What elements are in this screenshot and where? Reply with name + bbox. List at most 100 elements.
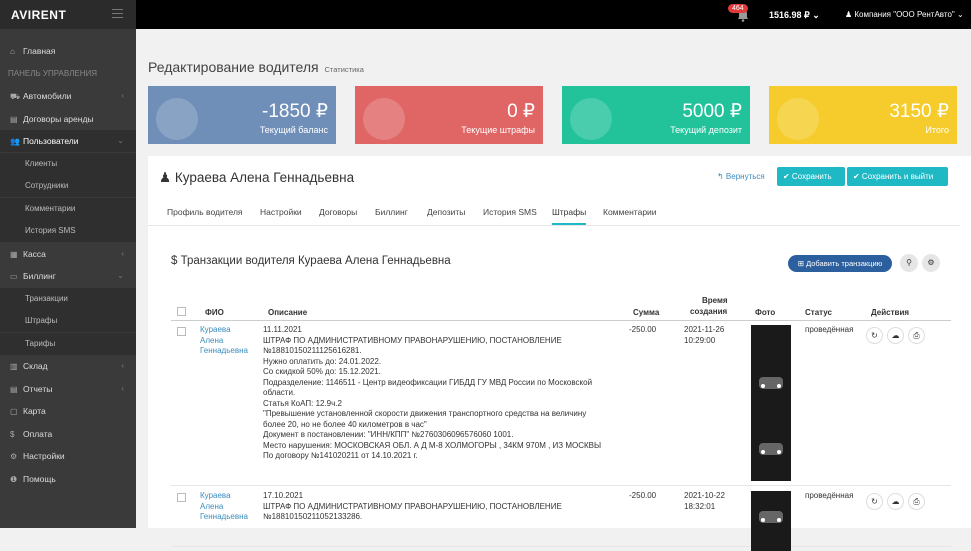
account-balance[interactable]: 1516.98 ₽ ⌄: [769, 10, 820, 21]
card-decor-icon: [777, 98, 819, 140]
sidebar-item-icon: ⌂: [10, 47, 15, 56]
header-description[interactable]: Описание: [268, 308, 307, 317]
logo-area: AVIRENT: [0, 0, 136, 29]
sidebar-item-label: Сотрудники: [25, 181, 69, 190]
violation-photo[interactable]: [751, 491, 791, 551]
refresh-icon[interactable]: ↻: [866, 327, 883, 344]
sidebar-item-6[interactable]: Сотрудники: [0, 175, 136, 197]
description-line: Статья КоАП: 12.9ч.2: [263, 398, 342, 408]
logo[interactable]: AVIRENT: [11, 8, 66, 22]
sidebar-item-label: Договоры аренды: [23, 113, 94, 124]
header-sum[interactable]: Сумма: [633, 308, 659, 317]
refresh-icon[interactable]: ↻: [866, 493, 883, 510]
sidebar-item-17[interactable]: $ Оплата: [0, 423, 136, 445]
transactions-title: $ Транзакции водителя Кураева Алена Генн…: [171, 255, 451, 267]
description-line: 17.10.2021: [263, 491, 304, 500]
sidebar-item-2[interactable]: ⛟ Автомобили ‹: [0, 85, 136, 107]
card-label: Текущие штрафы: [461, 125, 535, 135]
menu-toggle-icon[interactable]: [112, 9, 123, 18]
sidebar-item-15[interactable]: ▤ Отчеты ‹: [0, 378, 136, 400]
sidebar-item-7[interactable]: Комментарии: [0, 197, 136, 220]
row-date: 2021-10-22: [684, 491, 725, 500]
tab-2[interactable]: Договоры: [319, 207, 357, 217]
sidebar-item-icon: ▢: [10, 407, 18, 416]
sidebar-item-18[interactable]: ⚙ Настройки: [0, 445, 136, 467]
header-status[interactable]: Статус: [805, 308, 832, 317]
tab-0[interactable]: Профиль водителя: [167, 207, 243, 217]
sidebar-item-10[interactable]: ▭ Биллинг ⌄: [0, 265, 136, 287]
table-row[interactable]: Кураева Алена Геннадьевна 17.10.2021 ШТРАФ…: [171, 487, 951, 551]
sidebar-item-13[interactable]: Тарифы: [0, 332, 136, 355]
sidebar-item-label: Транзакции: [25, 293, 68, 303]
sidebar-item-11[interactable]: Транзакции: [0, 287, 136, 310]
back-link[interactable]: ↰ Вернуться: [717, 172, 765, 181]
print-icon[interactable]: ⎙: [908, 327, 925, 344]
sidebar-item-14[interactable]: ▥ Склад ‹: [0, 355, 136, 377]
photo-headlight: [761, 384, 765, 388]
tab-4[interactable]: Депозиты: [427, 207, 465, 217]
save-and-exit-button[interactable]: ✔ Сохранить и выйти: [847, 167, 948, 186]
settings-icon[interactable]: ⚙: [922, 254, 940, 272]
tab-bar: Профиль водителя Настройки Договоры Биллинг…: [148, 196, 960, 226]
sidebar-item-icon: ▥: [10, 362, 18, 371]
tab-5[interactable]: История SMS: [483, 207, 537, 217]
sidebar-item-label: Штрафы: [25, 316, 58, 325]
card-amount: 5000 ₽: [682, 101, 742, 122]
sidebar-item-label: Помощь: [23, 473, 56, 484]
save-button[interactable]: ✔ Сохранить: [777, 167, 845, 186]
table-header: ФИО Описание Сумма Время создания Фото С…: [171, 296, 951, 321]
tab-1[interactable]: Настройки: [260, 207, 302, 217]
sidebar-item-0[interactable]: ⌂ Главная: [0, 40, 136, 62]
search-icon[interactable]: ⚲: [900, 254, 918, 272]
row-created: 2021-10-22 18:32:01: [684, 491, 725, 512]
table-row[interactable]: Кураева Алена Геннадьевна 11.11.2021 ШТРАФ…: [171, 321, 951, 486]
tab-3[interactable]: Биллинг: [375, 207, 408, 217]
row-fio-link[interactable]: Кураева Алена Геннадьевна: [200, 491, 256, 523]
sidebar-item-icon: ▭: [10, 272, 18, 281]
sidebar-item-5[interactable]: Клиенты: [0, 152, 136, 175]
sidebar-item-3[interactable]: ▤ Договоры аренды: [0, 108, 136, 130]
sidebar-item-icon: ❶: [10, 474, 18, 484]
sidebar-item-icon: ⛟: [10, 92, 21, 101]
add-transaction-button[interactable]: ⊞ Добавить транзакцию: [788, 255, 892, 272]
driver-panel: ♟ Кураева Алена Геннадьевна ↰ Вернуться …: [148, 156, 971, 551]
tab-7[interactable]: Комментарии: [603, 207, 657, 217]
cloud-download-icon[interactable]: ☁: [887, 327, 904, 344]
stat-card-3: 3150 ₽ Итого: [769, 86, 957, 144]
cloud-download-icon[interactable]: ☁: [887, 493, 904, 510]
row-sum: -250.00: [629, 491, 657, 500]
row-status: проведённая: [805, 491, 854, 500]
photo-headlight: [761, 518, 765, 522]
sidebar-item-label: Карта: [23, 406, 46, 416]
select-all-checkbox[interactable]: [177, 307, 186, 316]
sidebar-item-4[interactable]: 👥 Пользователи ⌄: [0, 130, 136, 152]
card-decor-icon: [363, 98, 405, 140]
header-created-1[interactable]: Время: [702, 296, 728, 305]
row-description: 17.10.2021 ШТРАФ ПО АДМИНИСТРАТИВНОМУ ПРА…: [263, 491, 628, 523]
sidebar-item-icon: $: [10, 429, 15, 439]
violation-photo[interactable]: [751, 325, 791, 481]
main-content: Редактирование водителя Статистика -1850…: [136, 29, 971, 551]
description-line: "Превышение установленной скорости движе…: [263, 409, 587, 418]
chevron-icon: ⌄: [117, 271, 124, 280]
bell-icon[interactable]: 464: [728, 4, 749, 22]
sidebar-item-icon: 👥: [10, 137, 20, 146]
header-photo[interactable]: Фото: [755, 308, 775, 317]
row-checkbox[interactable]: [177, 327, 186, 336]
sidebar-item-16[interactable]: ▢ Карта: [0, 400, 136, 422]
row-status: проведённая: [805, 325, 854, 334]
row-fio-link[interactable]: Кураева Алена Геннадьевна: [200, 325, 256, 357]
sidebar-item-9[interactable]: ▦ Касса ‹: [0, 243, 136, 265]
header-created-2[interactable]: создания: [690, 307, 727, 316]
print-icon[interactable]: ⎙: [908, 493, 925, 510]
header-actions: Действия: [871, 308, 910, 317]
header-fio[interactable]: ФИО: [205, 308, 224, 317]
row-checkbox[interactable]: [177, 493, 186, 502]
sidebar-item-19[interactable]: ❶ Помощь: [0, 468, 136, 490]
sidebar-item-icon: ▦: [10, 249, 18, 259]
tab-6[interactable]: Штрафы: [552, 207, 587, 225]
sidebar-item-icon: ▤: [10, 114, 18, 124]
company-menu[interactable]: ♟ Компания "ООО РентАвто" ⌄: [845, 10, 964, 19]
sidebar-item-8[interactable]: История SMS: [0, 220, 136, 242]
sidebar-item-12[interactable]: Штрафы: [0, 310, 136, 332]
